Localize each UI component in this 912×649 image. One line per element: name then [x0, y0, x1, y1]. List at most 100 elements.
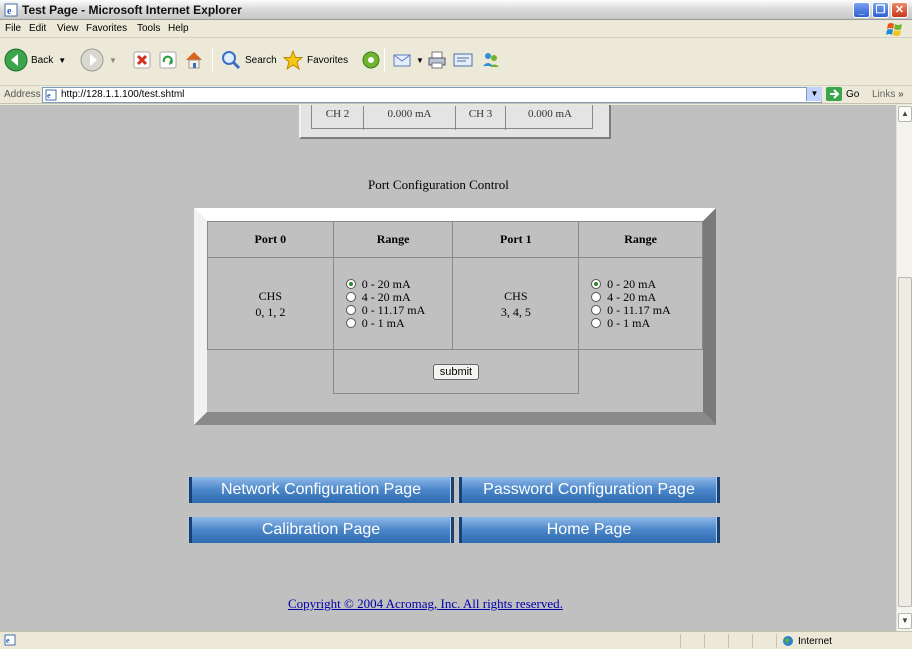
port1-range-0-11[interactable]: 0 - 11.17 mA: [591, 303, 702, 317]
port0-channels: CHS 0, 1, 2: [207, 257, 334, 350]
radio-icon[interactable]: [591, 318, 602, 328]
status-divider: [704, 634, 705, 648]
search-button[interactable]: Search: [220, 46, 277, 74]
menu-view[interactable]: View: [57, 23, 79, 34]
ie-page-icon: e: [4, 3, 18, 17]
port-config-title: Port Configuration Control: [368, 177, 509, 192]
favorites-star-icon: [282, 49, 304, 71]
edit-button[interactable]: [452, 46, 474, 74]
back-arrow-icon: [4, 48, 28, 72]
nav-bar-decoration: [450, 517, 454, 543]
page-status-icon: e: [4, 634, 16, 646]
scroll-up-icon[interactable]: ▲: [898, 106, 912, 122]
search-icon: [222, 51, 241, 70]
scroll-thumb[interactable]: [898, 277, 912, 607]
close-button[interactable]: ✕: [891, 2, 908, 18]
port0-range-4-20[interactable]: 4 - 20 mA: [345, 290, 453, 304]
vertical-scrollbar[interactable]: ▲ ▼: [896, 105, 912, 631]
empty-cell: [207, 349, 334, 394]
menu-edit[interactable]: Edit: [29, 23, 46, 34]
radio-icon[interactable]: [345, 292, 356, 302]
home-page-link[interactable]: Home Page: [458, 517, 720, 543]
address-bar: Address e http://128.1.1.100/test.shtml …: [0, 86, 912, 104]
favorites-button[interactable]: Favorites: [282, 46, 348, 74]
port-config-frame: Port 0 Range Port 1 Range CHS 0, 1, 2 0 …: [194, 208, 716, 425]
printer-icon: [428, 51, 446, 69]
stop-button[interactable]: [132, 46, 152, 74]
toolbar-separator: [384, 48, 385, 72]
globe-icon: [783, 636, 793, 646]
port1-range-0-1[interactable]: 0 - 1 mA: [591, 316, 702, 330]
zone-label: Internet: [798, 635, 832, 647]
radio-selected-icon[interactable]: [345, 279, 356, 289]
mail-button[interactable]: ▼: [392, 46, 424, 74]
password-config-label: Password Configuration Page: [483, 481, 695, 498]
menu-file[interactable]: File: [5, 23, 21, 34]
home-page-label: Home Page: [546, 521, 632, 538]
port1-range-0-20[interactable]: 0 - 20 mA: [591, 277, 702, 291]
radio-icon[interactable]: [591, 292, 602, 302]
empty-cell: [578, 349, 703, 394]
title-bar: e Test Page - Microsoft Internet Explore…: [0, 0, 912, 20]
status-divider: [728, 634, 729, 648]
submit-cell: submit: [332, 349, 580, 394]
favorites-label: Favorites: [307, 54, 349, 66]
port0-range-0-11[interactable]: 0 - 11.17 mA: [345, 303, 453, 317]
menu-favorites[interactable]: Favorites: [86, 23, 127, 34]
address-label: Address: [4, 89, 41, 100]
scroll-down-icon[interactable]: ▼: [898, 613, 912, 629]
home-button[interactable]: [183, 46, 205, 74]
copyright-link[interactable]: Copyright © 2004 Acromag, Inc. All right…: [288, 596, 563, 612]
port1-range-4-20[interactable]: 4 - 20 mA: [591, 290, 702, 304]
chevron-down-icon: ▼: [58, 55, 67, 65]
port0-range-options: 0 - 20 mA 4 - 20 mA 0 - 11.17 mA 0 - 1 m…: [332, 257, 454, 350]
port0-range-0-20[interactable]: 0 - 20 mA: [345, 277, 453, 291]
nav-bar-decoration: [458, 517, 462, 543]
calibration-link[interactable]: Calibration Page: [188, 517, 454, 543]
port0-range-0-1[interactable]: 0 - 1 mA: [345, 316, 453, 330]
menu-bar: File Edit View Favorites Tools Help: [0, 20, 912, 38]
network-config-link[interactable]: Network Configuration Page: [188, 477, 454, 503]
address-input[interactable]: e http://128.1.1.100/test.shtml: [42, 87, 822, 103]
print-button[interactable]: [426, 46, 448, 74]
window-title: Test Page - Microsoft Internet Explorer: [22, 3, 242, 17]
media-icon: [362, 51, 380, 69]
back-button[interactable]: Back ▼: [4, 46, 66, 74]
edit-page-icon: [453, 53, 473, 67]
restore-button[interactable]: ❐: [872, 2, 889, 18]
search-label: Search: [245, 54, 277, 66]
minimize-button[interactable]: _: [853, 2, 870, 18]
address-url: http://128.1.1.100/test.shtml: [61, 89, 185, 100]
go-arrow-icon: [826, 87, 842, 101]
media-button[interactable]: [360, 46, 382, 74]
channel-readout-table: CH 2 0.000 mA CH 3 0.000 mA: [299, 105, 611, 139]
messenger-button[interactable]: [480, 46, 502, 74]
port1-range-options: 0 - 20 mA 4 - 20 mA 0 - 11.17 mA 0 - 1 m…: [578, 257, 703, 350]
calibration-label: Calibration Page: [261, 521, 381, 538]
radio-icon[interactable]: [591, 305, 602, 315]
password-config-link[interactable]: Password Configuration Page: [458, 477, 720, 503]
go-button[interactable]: Go: [826, 87, 859, 101]
header-port0: Port 0: [207, 221, 334, 258]
chevron-down-icon: ▼: [416, 55, 424, 65]
chevron-down-icon: ▼: [109, 55, 117, 65]
nav-bar-decoration: [716, 517, 720, 543]
radio-selected-icon[interactable]: [591, 279, 602, 289]
menu-tools[interactable]: Tools: [137, 23, 160, 34]
windows-logo-icon: [886, 23, 902, 36]
channel-label: CH 2: [312, 106, 364, 130]
radio-icon[interactable]: [345, 305, 356, 315]
security-zone: Internet: [782, 635, 832, 647]
refresh-button[interactable]: [158, 46, 178, 74]
menu-help[interactable]: Help: [168, 23, 189, 34]
submit-button[interactable]: submit: [432, 363, 480, 380]
status-divider: [752, 634, 753, 648]
radio-icon[interactable]: [345, 318, 356, 328]
links-label[interactable]: Links »: [872, 89, 904, 100]
channel-value: 0.000 mA: [364, 106, 456, 130]
nav-bar-decoration: [188, 517, 192, 543]
toolbar: Back ▼ ▼ Search Favorites ▼: [0, 38, 912, 86]
address-dropdown-button[interactable]: ▼: [806, 87, 822, 101]
channel-value: 0.000 mA: [528, 108, 572, 120]
forward-button[interactable]: ▼: [80, 46, 117, 74]
